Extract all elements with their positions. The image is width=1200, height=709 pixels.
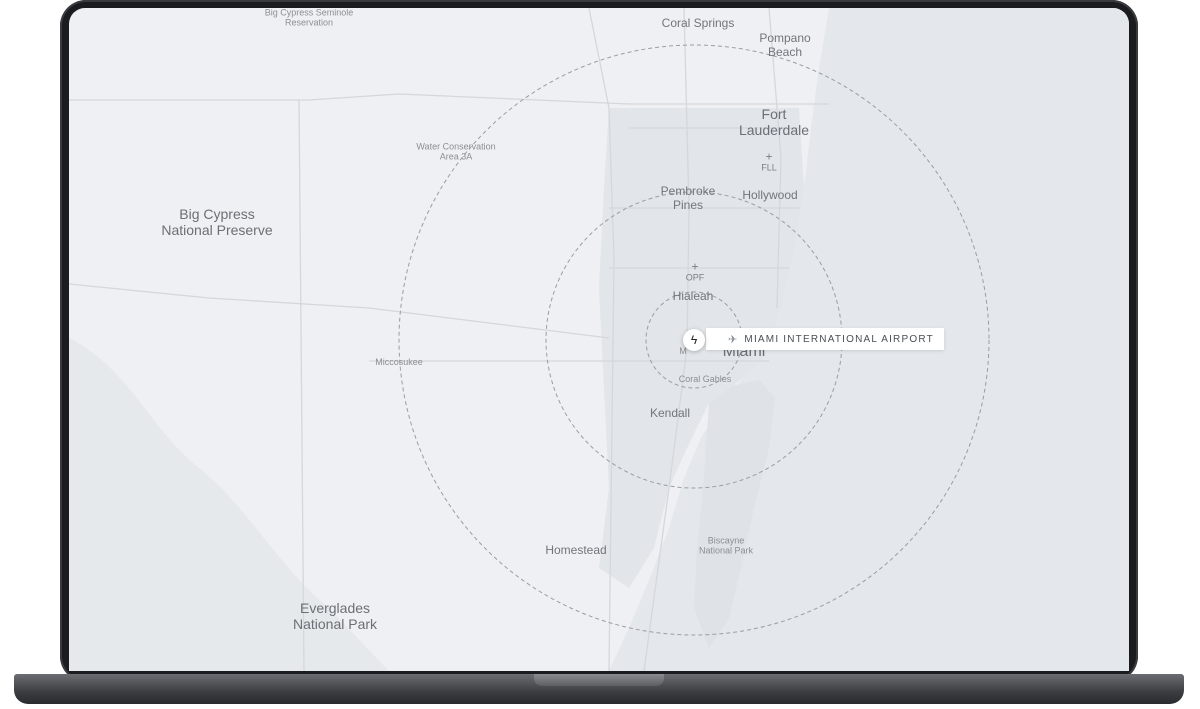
place-label: Hialeah (672, 289, 714, 304)
airport-fll[interactable]: + FLL (761, 150, 777, 173)
place-label: Miccosukee (375, 356, 423, 367)
bolt-icon: ϟ (690, 333, 698, 347)
place-label: Biscayne National Park (698, 535, 754, 556)
place-label: Homestead (545, 543, 607, 558)
laptop-notch (534, 674, 664, 686)
airport-code: FLL (761, 162, 777, 173)
basemap (69, 8, 1129, 671)
place-label: Hollywood (742, 188, 798, 203)
airport-name: MIAMI INTERNATIONAL AIRPORT (744, 333, 934, 345)
place-label: Pompano Beach (759, 31, 811, 59)
place-label: Fort Lauderdale (738, 105, 810, 138)
place-label: Pembroke Pines (660, 184, 716, 212)
place-label: Coral Springs (661, 16, 735, 31)
map-viewport[interactable]: Big Cypress Seminole Reservation Coral Sp… (69, 8, 1129, 671)
place-label: Kendall (649, 406, 691, 421)
airplane-icon: ✈ (728, 333, 739, 346)
place-label: Water Conservation Area 3A (416, 141, 496, 162)
place-label: Coral Gables (678, 373, 732, 384)
airport-callout[interactable]: ✈ MIAMI INTERNATIONAL AIRPORT (706, 328, 944, 350)
airport-opf[interactable]: + OPF (686, 260, 705, 283)
airport-code: OPF (685, 272, 705, 283)
place-label: Big Cypress National Preserve (161, 205, 273, 238)
place-label: Big Cypress Seminole Reservation (264, 8, 354, 28)
place-label: Everglades National Park (292, 599, 378, 632)
location-marker[interactable]: ϟ (683, 329, 705, 351)
